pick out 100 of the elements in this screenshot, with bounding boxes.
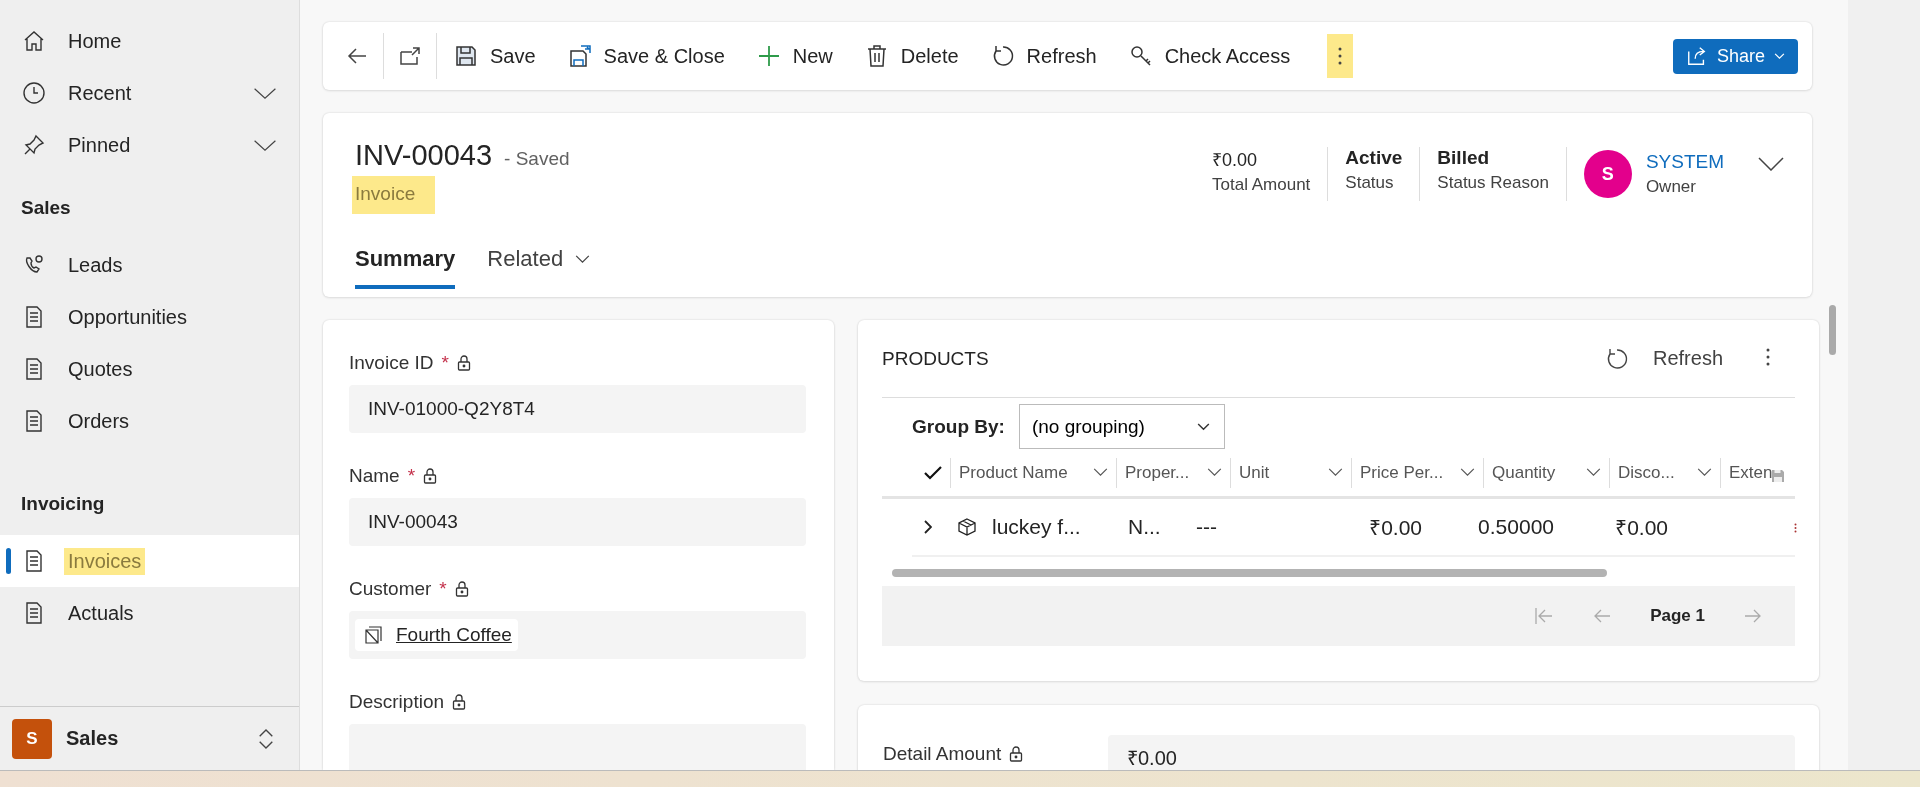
- column-header[interactable]: Disco...: [1609, 457, 1720, 488]
- share-button[interactable]: Share: [1672, 38, 1798, 74]
- header-field-value: Billed: [1437, 147, 1491, 169]
- nav-section-heading: Invoicing: [20, 492, 106, 516]
- chevron-down-icon: [1697, 468, 1712, 477]
- nav-item[interactable]: Pinned: [0, 119, 299, 171]
- table-cell-text: N...: [1128, 515, 1162, 539]
- nav-label: Quotes: [67, 356, 134, 382]
- refresh-button[interactable]: Refresh: [1598, 345, 1729, 372]
- table-cell-text: ---: [1196, 515, 1218, 539]
- field-label: Detail Amount: [883, 743, 1002, 765]
- nav-item[interactable]: Orders: [0, 395, 299, 447]
- chevron-down-icon[interactable]: [253, 138, 277, 152]
- package-icon: [958, 518, 976, 536]
- horizontal-scrollbar[interactable]: [892, 569, 1607, 577]
- header-field-value: ₹0.00: [1212, 149, 1259, 171]
- nav-label: Recent: [67, 80, 133, 106]
- chevron-down-icon: [1093, 468, 1108, 477]
- area-label: Sales: [66, 727, 119, 750]
- table-cell-text: 0.50000: [1477, 515, 1554, 539]
- tab[interactable]: Summary: [355, 236, 456, 289]
- required-marker: *: [441, 352, 449, 374]
- more-icon[interactable]: [1794, 523, 1797, 533]
- column-header[interactable]: Unit: [1230, 457, 1351, 488]
- nav-item[interactable]: Recent: [0, 67, 299, 119]
- save-status: - Saved: [504, 148, 570, 170]
- plus-icon: [756, 44, 781, 68]
- save-icon: [454, 44, 478, 68]
- toolbar-button[interactable]: New: [741, 34, 848, 78]
- nav-label: Invoices: [64, 547, 146, 575]
- field-label: Invoice ID: [349, 352, 434, 374]
- chevron-down-icon: [1774, 52, 1785, 60]
- owner-link[interactable]: SYSTEM: [1645, 151, 1724, 173]
- chevron-down-icon[interactable]: [1758, 157, 1784, 171]
- chevron-down-icon: [1460, 468, 1475, 477]
- share-icon: [1685, 45, 1708, 67]
- group-by-label: Group By:: [912, 415, 1005, 438]
- more-icon: [1765, 346, 1771, 368]
- more-icon: [1337, 45, 1344, 67]
- nav-item[interactable]: Quotes: [0, 343, 299, 395]
- field-label: Name: [349, 465, 400, 487]
- nav-label: Orders: [67, 408, 131, 434]
- selection-indicator: [6, 548, 11, 574]
- lookup-field[interactable]: Fourth Coffee: [349, 611, 806, 659]
- required-marker: *: [439, 578, 447, 600]
- record-title: INV-00043: [355, 139, 493, 172]
- nav-label: Actuals: [67, 600, 135, 626]
- toolbar-button[interactable]: Delete: [849, 34, 974, 78]
- nav-label: Opportunities: [67, 304, 188, 330]
- nav-label: Pinned: [67, 132, 132, 158]
- text-field[interactable]: INV-01000-Q2Y8T4: [349, 385, 806, 433]
- field-label: Customer: [349, 578, 432, 600]
- clock-icon: [22, 81, 46, 105]
- chevron-down-icon: [1586, 468, 1601, 477]
- section-title: PRODUCTS: [882, 347, 989, 370]
- save-close-icon: [567, 44, 592, 68]
- toolbar-button[interactable]: Refresh: [975, 34, 1112, 78]
- table-cell-text: ₹0.00: [1614, 515, 1668, 541]
- owner-avatar: S: [1583, 150, 1632, 198]
- table-cell[interactable]: luckey f...: [992, 515, 1128, 539]
- lock-icon: [423, 468, 438, 484]
- nav-label: Leads: [67, 252, 124, 278]
- account-icon: [365, 626, 383, 644]
- chevron-down-icon[interactable]: [253, 86, 277, 100]
- tab[interactable]: Related: [487, 236, 591, 289]
- nav-section-heading: Sales: [20, 196, 72, 220]
- nav-item[interactable]: Home: [0, 15, 299, 67]
- column-header[interactable]: Product Name: [950, 457, 1116, 488]
- column-header[interactable]: Price Per...: [1351, 457, 1483, 488]
- entity-name: Invoice: [352, 176, 436, 214]
- header-field-value: Active: [1345, 147, 1403, 169]
- nav-item[interactable]: Leads: [0, 239, 299, 291]
- lock-icon: [1009, 746, 1024, 762]
- chevron-down-icon: [1196, 422, 1210, 431]
- column-header[interactable]: Proper...: [1116, 457, 1230, 488]
- expand-icon[interactable]: [924, 520, 932, 534]
- check-icon[interactable]: [924, 465, 942, 480]
- nav-item[interactable]: Invoices: [0, 535, 299, 587]
- header-field-label: Status Reason: [1437, 173, 1549, 193]
- header-field-label: Total Amount: [1212, 175, 1311, 195]
- page-number: Page 1: [1650, 606, 1705, 626]
- lock-icon: [452, 694, 467, 710]
- pop-out-icon: [398, 44, 422, 68]
- toolbar-button[interactable]: Save: [439, 34, 551, 78]
- area-avatar: S: [12, 718, 52, 759]
- chevron-down-icon: [1328, 468, 1343, 477]
- required-marker: *: [407, 465, 416, 487]
- lock-icon: [456, 355, 471, 371]
- header-field-label: Owner: [1645, 177, 1697, 197]
- column-header[interactable]: Quantity: [1483, 457, 1609, 488]
- group-by-dropdown[interactable]: (no grouping): [1018, 404, 1225, 449]
- text-field[interactable]: INV-00043: [349, 498, 806, 546]
- nav-item[interactable]: Actuals: [0, 587, 299, 639]
- toolbar-button[interactable]: Check Access: [1113, 34, 1306, 78]
- toolbar-button[interactable]: Save & Close: [552, 34, 740, 78]
- table-cell-text: ₹0.00: [1368, 515, 1422, 541]
- vertical-scrollbar[interactable]: [1829, 305, 1836, 355]
- key-icon: [1128, 44, 1153, 68]
- nav-item[interactable]: Opportunities: [0, 291, 299, 343]
- text-field[interactable]: ₹0.00: [1108, 735, 1795, 770]
